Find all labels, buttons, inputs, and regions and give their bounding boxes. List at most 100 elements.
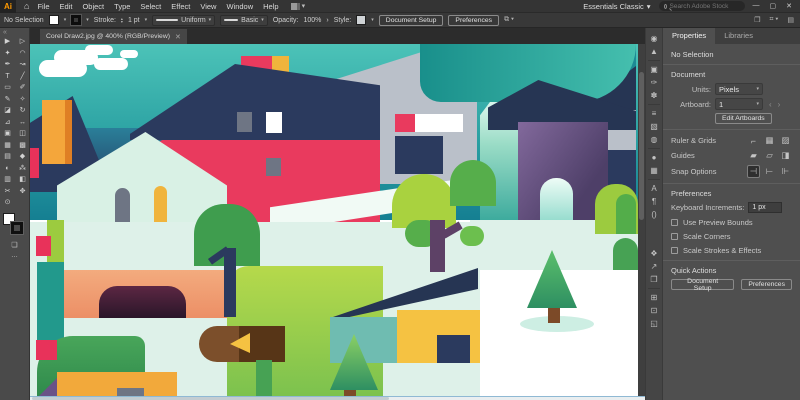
- pen-tool[interactable]: ✒: [0, 59, 15, 71]
- symbol-sprayer-tool[interactable]: ⁂: [15, 163, 30, 175]
- free-transform-tool[interactable]: ▣: [0, 128, 15, 140]
- horizontal-scrollbar[interactable]: [30, 396, 645, 400]
- column-graph-tool[interactable]: ▥: [0, 174, 15, 186]
- fill-color-swatch[interactable]: [49, 15, 59, 25]
- arrange-documents-icon[interactable]: ❒: [754, 16, 760, 24]
- rotate-tool[interactable]: ↻: [15, 105, 30, 117]
- curvature-tool[interactable]: ↝: [15, 59, 30, 71]
- menu-select[interactable]: Select: [140, 2, 161, 11]
- ruler-icon[interactable]: ⌐: [747, 136, 760, 146]
- rectangle-tool[interactable]: ▭: [0, 82, 15, 94]
- blend-tool[interactable]: ◐: [0, 163, 15, 175]
- selection-tool[interactable]: ▶: [0, 36, 15, 48]
- paintbrush-tool[interactable]: ✐: [15, 82, 30, 94]
- tab-close-icon[interactable]: ✕: [175, 33, 181, 41]
- snap-options-icon[interactable]: ⌗ ▾: [770, 16, 779, 24]
- stroke-swatch[interactable]: [11, 222, 23, 234]
- artboard-next-icon[interactable]: ›: [778, 100, 781, 109]
- grid-icon[interactable]: ▦: [763, 135, 776, 146]
- quick-preferences-button[interactable]: Preferences: [741, 279, 792, 290]
- lock-guides-icon[interactable]: ▱: [763, 150, 776, 161]
- artboard-tool[interactable]: ◧: [15, 174, 30, 186]
- canvas-artwork[interactable]: [30, 44, 638, 396]
- home-icon[interactable]: ⌂: [24, 1, 29, 11]
- navigator-icon[interactable]: ▣: [650, 63, 658, 76]
- screen-mode-icon[interactable]: ❏: [0, 241, 29, 251]
- edit-toolbar-icon[interactable]: …: [0, 251, 29, 261]
- panels-icon[interactable]: ▤: [787, 16, 794, 24]
- align-icon[interactable]: ⊞: [651, 291, 658, 304]
- asset-export-icon[interactable]: ↗: [651, 260, 658, 273]
- glyphs-icon[interactable]: (): [651, 208, 656, 221]
- transparency-icon[interactable]: ◍: [651, 133, 658, 146]
- snap-to-grid-icon[interactable]: ⊣: [747, 165, 760, 178]
- shaper-tool[interactable]: ✧: [15, 94, 30, 106]
- close-button[interactable]: ✕: [786, 2, 792, 10]
- zoom-tool[interactable]: ⊙: [0, 197, 15, 209]
- menu-type[interactable]: Type: [114, 2, 130, 11]
- paragraph-icon[interactable]: ¶: [652, 195, 656, 208]
- show-guides-icon[interactable]: ▰: [747, 150, 760, 161]
- menu-effect[interactable]: Effect: [171, 2, 190, 11]
- hand-tool[interactable]: ✥: [15, 186, 30, 198]
- document-tab[interactable]: Corel Draw2.jpg @ 400% (RGB/Preview) ✕: [40, 29, 187, 44]
- menu-window[interactable]: Window: [226, 2, 253, 11]
- opacity-value[interactable]: 100%: [304, 17, 322, 24]
- isolate-chevron-icon[interactable]: ⧉ ▾: [504, 16, 514, 24]
- search-input[interactable]: [670, 3, 740, 10]
- mesh-tool[interactable]: ▩: [15, 140, 30, 152]
- make-guides-icon[interactable]: ◨: [779, 150, 792, 161]
- menu-file[interactable]: File: [37, 2, 49, 11]
- opacity-chevron-icon[interactable]: ›: [326, 17, 328, 24]
- use-preview-bounds-checkbox[interactable]: [671, 219, 678, 226]
- app-logo-icon[interactable]: Ai: [0, 0, 16, 13]
- stroke-weight-chevron-icon[interactable]: ▾: [145, 17, 148, 23]
- stroke-icon[interactable]: ≡: [652, 107, 657, 120]
- edit-artboards-button[interactable]: Edit Artboards: [715, 113, 772, 124]
- gradient-tool[interactable]: ▤: [0, 151, 15, 163]
- tab-properties[interactable]: Properties: [663, 28, 715, 44]
- vertical-scrollbar-thumb[interactable]: [639, 72, 644, 220]
- scale-strokes-effects-checkbox[interactable]: [671, 247, 678, 254]
- brush-dropdown[interactable]: Basic▾: [220, 15, 268, 26]
- snap-to-pixel-icon[interactable]: ⊩: [779, 166, 792, 177]
- perspective-grid-tool[interactable]: ▦: [0, 140, 15, 152]
- width-tool[interactable]: ↔: [15, 117, 30, 129]
- tab-libraries[interactable]: Libraries: [715, 28, 762, 44]
- lasso-tool[interactable]: ◠: [15, 48, 30, 60]
- character-icon[interactable]: A: [651, 182, 656, 195]
- slice-tool[interactable]: ✂: [0, 186, 15, 198]
- artboards-icon[interactable]: ❐: [650, 273, 657, 286]
- menu-help[interactable]: Help: [263, 2, 278, 11]
- swatches-icon[interactable]: ▦: [650, 164, 658, 177]
- toolbar-collapse-icon[interactable]: «: [0, 28, 29, 36]
- layers-icon[interactable]: ❖: [650, 247, 657, 260]
- fill-chevron-icon[interactable]: ▾: [64, 17, 67, 23]
- keyboard-increments-input[interactable]: [748, 202, 782, 213]
- eraser-tool[interactable]: ◪: [0, 105, 15, 117]
- transform-icon[interactable]: ⊡: [651, 304, 658, 317]
- menu-edit[interactable]: Edit: [60, 2, 73, 11]
- width-profile-dropdown[interactable]: Uniform▾: [152, 15, 215, 26]
- style-swatch[interactable]: [356, 15, 366, 25]
- direct-selection-tool[interactable]: ▷: [15, 36, 30, 48]
- menu-view[interactable]: View: [200, 2, 216, 11]
- shape-builder-tool[interactable]: ◫: [15, 128, 30, 140]
- scale-tool[interactable]: ⊿: [0, 117, 15, 129]
- minimize-button[interactable]: —: [753, 2, 760, 10]
- style-chevron-icon[interactable]: ▾: [371, 17, 374, 23]
- workspace-layout-icon[interactable]: ▾: [291, 2, 306, 10]
- preferences-button[interactable]: Preferences: [448, 15, 499, 26]
- stroke-weight-value[interactable]: 1 pt: [128, 17, 140, 24]
- magic-wand-tool[interactable]: ✦: [0, 48, 15, 60]
- eyedropper-tool[interactable]: ◆: [15, 151, 30, 163]
- artboard-prev-icon[interactable]: ‹: [769, 100, 772, 109]
- appearance-icon[interactable]: ◉: [651, 32, 658, 45]
- symbols-icon[interactable]: ✽: [651, 89, 658, 102]
- stroke-chevron-icon[interactable]: ▾: [86, 17, 89, 23]
- gradient-icon[interactable]: ▧: [650, 120, 658, 133]
- workspace-switcher[interactable]: Essentials Classic ▾: [583, 2, 650, 11]
- stroke-color-swatch[interactable]: [71, 15, 81, 25]
- pencil-tool[interactable]: ✎: [0, 94, 15, 106]
- line-segment-tool[interactable]: ╱: [15, 71, 30, 83]
